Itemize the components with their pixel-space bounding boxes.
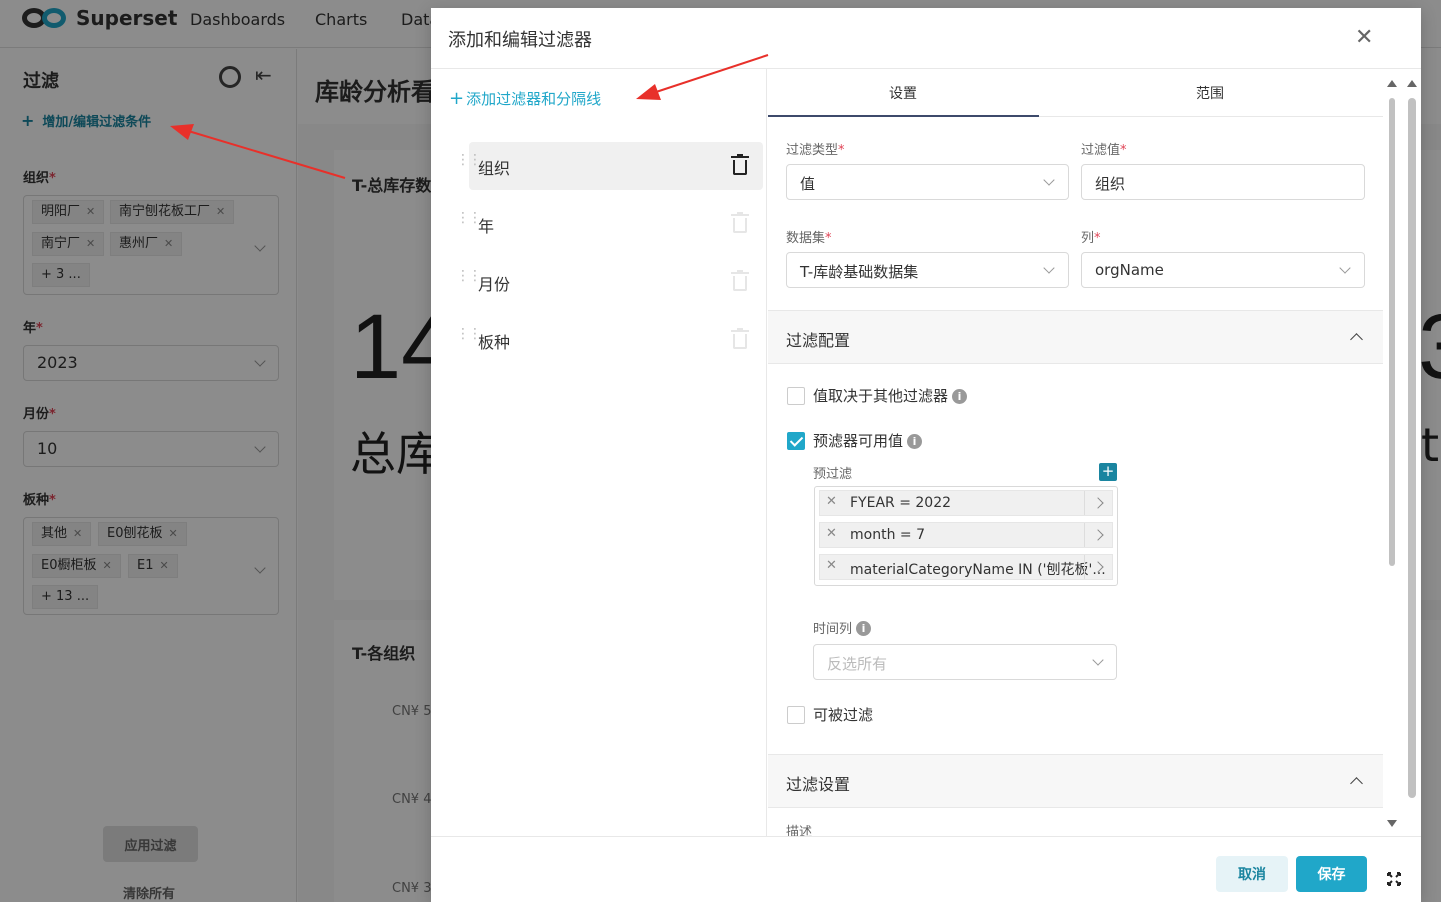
prefilter-text: materialCategoryName IN ('刨花板'...: [850, 562, 1106, 578]
trash-icon[interactable]: [731, 328, 749, 350]
filter-list-item-label: 板种: [478, 333, 511, 352]
modal-title: 添加和编辑过滤器: [448, 30, 592, 51]
time-column-label: 时间列 i: [813, 618, 872, 637]
scroll-down-icon[interactable]: [1387, 820, 1397, 827]
add-filter-label: 添加过滤器和分隔线: [466, 90, 602, 108]
filter-settings-pane: 设置 范围 过滤类型* 值 过滤值* 组织 数据集* T-库龄基础数据集 列* …: [768, 69, 1383, 836]
filter-list-item-org[interactable]: ⋮⋮ 组织: [456, 142, 763, 190]
remove-prefilter-icon[interactable]: ✕: [826, 558, 837, 573]
filter-name-label: 过滤值*: [1081, 143, 1127, 158]
remove-prefilter-icon[interactable]: ✕: [826, 494, 837, 509]
chevron-up-icon: [1350, 333, 1363, 346]
modal-footer: 取消 保存: [431, 836, 1421, 902]
prefilter-list: ✕ FYEAR = 2022 ✕ month = 7 ✕ materialCat…: [814, 486, 1118, 586]
filter-list-item-year[interactable]: ⋮⋮ 年: [456, 200, 763, 248]
chevron-right-icon[interactable]: [1092, 497, 1104, 509]
filter-list-item-label: 月份: [478, 275, 511, 294]
filter-list-item-label: 组织: [478, 159, 511, 178]
save-button[interactable]: 保存: [1296, 856, 1367, 892]
inner-scrollbar[interactable]: [1386, 78, 1398, 838]
trash-icon[interactable]: [731, 212, 749, 234]
prefilter-item[interactable]: ✕ month = 7: [819, 522, 1113, 548]
cancel-button[interactable]: 取消: [1216, 856, 1288, 892]
chevron-down-icon: [1092, 654, 1104, 666]
column-select[interactable]: orgName: [1081, 252, 1365, 288]
add-filter-divider-button[interactable]: + 添加过滤器和分隔线: [449, 88, 601, 109]
chevron-down-icon: [1339, 262, 1351, 274]
scroll-up-icon[interactable]: [1387, 80, 1397, 87]
outer-scrollbar[interactable]: [1406, 78, 1418, 838]
filter-list-item-label: 年: [478, 217, 495, 236]
tab-scope[interactable]: 范围: [1196, 83, 1224, 103]
filter-list-item-board[interactable]: ⋮⋮ 板种: [456, 316, 763, 364]
filterable-checkbox[interactable]: [787, 706, 805, 724]
chevron-down-icon: [1043, 174, 1055, 186]
filter-list-item-month[interactable]: ⋮⋮ 月份: [456, 258, 763, 306]
filter-list-pane: + 添加过滤器和分隔线 ⋮⋮ 组织 ⋮⋮ 年 ⋮⋮ 月份 ⋮⋮ 板种: [431, 69, 767, 836]
prefilter-checkbox[interactable]: [787, 432, 805, 450]
column-label: 列*: [1081, 231, 1101, 246]
time-column-select[interactable]: 反选所有: [813, 644, 1117, 680]
prefilter-item[interactable]: ✕ materialCategoryName IN ('刨花板'...: [819, 554, 1113, 580]
time-column-placeholder: 反选所有: [827, 655, 888, 673]
dataset-label: 数据集*: [786, 231, 832, 246]
plus-icon: +: [449, 88, 465, 109]
drag-handle-icon[interactable]: ⋮⋮: [456, 211, 482, 225]
info-icon[interactable]: i: [952, 389, 968, 404]
close-icon[interactable]: ✕: [1355, 25, 1373, 50]
filter-config-modal: 添加和编辑过滤器 ✕ + 添加过滤器和分隔线 ⋮⋮ 组织 ⋮⋮ 年 ⋮⋮ 月份 ⋮…: [431, 8, 1421, 902]
section-title: 过滤配置: [786, 331, 851, 350]
active-tab-indicator: [768, 115, 1039, 117]
chevron-down-icon: [1043, 262, 1055, 274]
filter-type-select[interactable]: 值: [786, 164, 1069, 200]
dependent-filter-label: 值取决于其他过滤器 i: [813, 385, 968, 406]
settings-tabs: 设置 范围: [768, 69, 1383, 117]
trash-icon[interactable]: [731, 270, 749, 292]
prefilter-item[interactable]: ✕ FYEAR = 2022: [819, 490, 1113, 516]
info-icon[interactable]: i: [856, 621, 872, 636]
prefilter-text: FYEAR = 2022: [850, 495, 952, 511]
scroll-up-icon[interactable]: [1407, 80, 1417, 87]
dependent-filter-checkbox[interactable]: [787, 387, 805, 405]
chevron-up-icon: [1350, 777, 1363, 790]
info-icon[interactable]: i: [907, 434, 923, 449]
modal-header: 添加和编辑过滤器 ✕: [431, 8, 1421, 69]
scrollbar-thumb[interactable]: [1408, 98, 1416, 798]
remove-prefilter-icon[interactable]: ✕: [826, 526, 837, 541]
add-prefilter-button[interactable]: +: [1099, 463, 1117, 481]
filterable-label: 可被过滤: [813, 706, 874, 724]
prefilter-label: 预滤器可用值 i: [813, 430, 923, 451]
filter-name-value: 组织: [1095, 175, 1126, 193]
description-label: 描述: [786, 825, 813, 836]
filter-type-value: 值: [800, 175, 816, 193]
fullscreen-icon[interactable]: [1386, 871, 1402, 887]
prefilter-text: month = 7: [850, 527, 925, 543]
scrollbar-thumb[interactable]: [1389, 98, 1395, 566]
column-value: orgName: [1095, 261, 1164, 279]
prefilter-title: 预过滤: [813, 467, 853, 482]
filter-type-label: 过滤类型*: [786, 143, 845, 158]
chevron-right-icon[interactable]: [1092, 529, 1104, 541]
section-title: 过滤设置: [786, 775, 851, 794]
drag-handle-icon[interactable]: ⋮⋮: [456, 153, 482, 167]
filter-settings-section-header[interactable]: 过滤设置: [768, 754, 1383, 808]
drag-handle-icon[interactable]: ⋮⋮: [456, 327, 482, 341]
trash-icon[interactable]: [731, 154, 749, 176]
dataset-select[interactable]: T-库龄基础数据集: [786, 252, 1069, 288]
filter-config-section-header[interactable]: 过滤配置: [768, 310, 1383, 364]
tab-settings[interactable]: 设置: [889, 83, 917, 103]
dataset-value: T-库龄基础数据集: [800, 263, 919, 281]
drag-handle-icon[interactable]: ⋮⋮: [456, 269, 482, 283]
filter-name-input[interactable]: 组织: [1081, 164, 1365, 200]
